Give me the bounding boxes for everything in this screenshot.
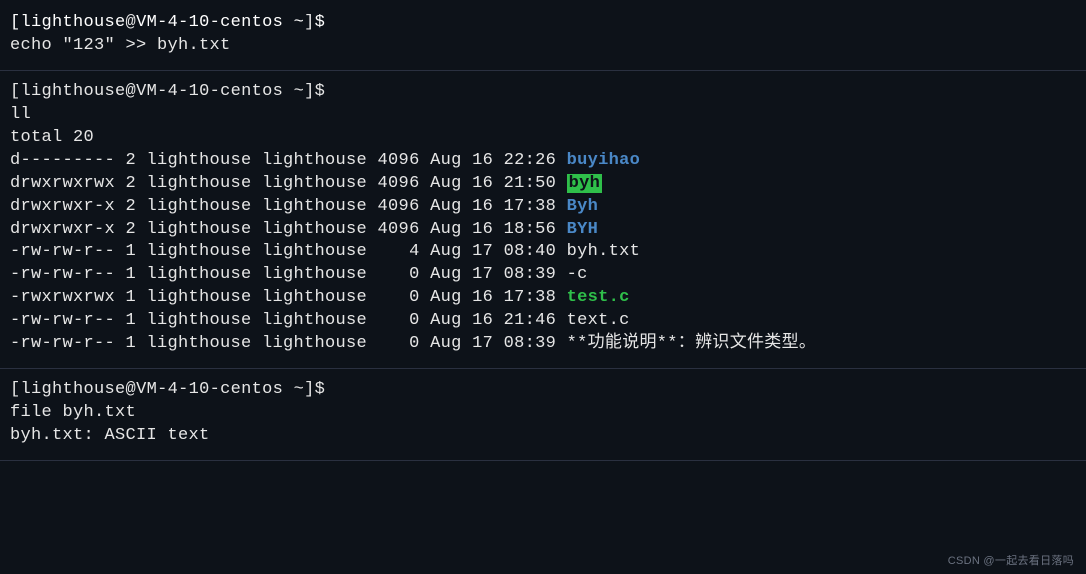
file-meta: -rw-rw-r-- 1 lighthouse lighthouse 4 Aug…	[10, 242, 567, 261]
command-input[interactable]: ll	[10, 104, 1076, 127]
file-name[interactable]: Byh	[567, 197, 599, 216]
terminal-block-1: [lighthouse@VM-4-10-centos ~]$ echo "123…	[0, 2, 1086, 71]
file-row: -rw-rw-r-- 1 lighthouse lighthouse 0 Aug…	[10, 333, 1076, 356]
file-row: drwxrwxr-x 2 lighthouse lighthouse 4096 …	[10, 219, 1076, 242]
prompt-bracket-open: [	[10, 380, 21, 399]
prompt-line[interactable]: [lighthouse@VM-4-10-centos ~]$	[10, 81, 1076, 104]
command-input[interactable]: echo "123" >> byh.txt	[10, 35, 1076, 58]
file-row: -rw-rw-r-- 1 lighthouse lighthouse 4 Aug…	[10, 241, 1076, 264]
file-name[interactable]: BYH	[567, 220, 599, 239]
prompt-at: @	[126, 13, 137, 32]
prompt-user: lighthouse	[21, 82, 126, 101]
prompt-bracket-open: [	[10, 13, 21, 32]
command-input[interactable]: file byh.txt	[10, 402, 1076, 425]
command-output: byh.txt: ASCII text	[10, 425, 1076, 448]
file-row: -rw-rw-r-- 1 lighthouse lighthouse 0 Aug…	[10, 310, 1076, 333]
file-meta: drwxrwxr-x 2 lighthouse lighthouse 4096 …	[10, 220, 567, 239]
prompt-symbol: $	[315, 82, 326, 101]
prompt-symbol: $	[315, 380, 326, 399]
ll-total: total 20	[10, 127, 1076, 150]
file-row: -rw-rw-r-- 1 lighthouse lighthouse 0 Aug…	[10, 264, 1076, 287]
prompt-symbol: $	[315, 13, 326, 32]
file-row: drwxrwxrwx 2 lighthouse lighthouse 4096 …	[10, 173, 1076, 196]
file-meta: -rw-rw-r-- 1 lighthouse lighthouse 0 Aug…	[10, 311, 567, 330]
prompt-bracket-close: ]	[304, 380, 315, 399]
file-name[interactable]: text.c	[567, 311, 630, 330]
prompt-host: VM-4-10-centos	[136, 82, 283, 101]
prompt-line[interactable]: [lighthouse@VM-4-10-centos ~]$	[10, 12, 1076, 35]
prompt-path: ~	[294, 82, 305, 101]
file-row: -rwxrwxrwx 1 lighthouse lighthouse 0 Aug…	[10, 287, 1076, 310]
terminal-block-3: [lighthouse@VM-4-10-centos ~]$ file byh.…	[0, 369, 1086, 461]
prompt-bracket-close: ]	[304, 13, 315, 32]
prompt-path: ~	[294, 13, 305, 32]
prompt-bracket-close: ]	[304, 82, 315, 101]
file-meta: d--------- 2 lighthouse lighthouse 4096 …	[10, 151, 567, 170]
file-row: drwxrwxr-x 2 lighthouse lighthouse 4096 …	[10, 196, 1076, 219]
file-name[interactable]: test.c	[567, 288, 630, 307]
prompt-at: @	[126, 82, 137, 101]
watermark: CSDN @一起去看日落吗	[948, 552, 1074, 568]
file-name[interactable]: byh.txt	[567, 242, 641, 261]
ll-listing: d--------- 2 lighthouse lighthouse 4096 …	[10, 150, 1076, 356]
prompt-host: VM-4-10-centos	[136, 13, 283, 32]
file-name[interactable]: buyihao	[567, 151, 641, 170]
file-meta: drwxrwxr-x 2 lighthouse lighthouse 4096 …	[10, 197, 567, 216]
file-meta: -rw-rw-r-- 1 lighthouse lighthouse 0 Aug…	[10, 334, 567, 353]
prompt-path: ~	[294, 380, 305, 399]
file-name[interactable]: -c	[567, 265, 588, 284]
file-meta: -rwxrwxrwx 1 lighthouse lighthouse 0 Aug…	[10, 288, 567, 307]
prompt-line[interactable]: [lighthouse@VM-4-10-centos ~]$	[10, 379, 1076, 402]
prompt-bracket-open: [	[10, 82, 21, 101]
prompt-at: @	[126, 380, 137, 399]
terminal-block-2: [lighthouse@VM-4-10-centos ~]$ ll total …	[0, 71, 1086, 369]
file-name[interactable]: **功能说明**：辨识文件类型。	[567, 334, 817, 353]
prompt-user: lighthouse	[21, 380, 126, 399]
prompt-host: VM-4-10-centos	[136, 380, 283, 399]
file-row: d--------- 2 lighthouse lighthouse 4096 …	[10, 150, 1076, 173]
file-meta: drwxrwxrwx 2 lighthouse lighthouse 4096 …	[10, 174, 567, 193]
prompt-user: lighthouse	[21, 13, 126, 32]
file-name[interactable]: byh	[567, 174, 603, 193]
file-meta: -rw-rw-r-- 1 lighthouse lighthouse 0 Aug…	[10, 265, 567, 284]
